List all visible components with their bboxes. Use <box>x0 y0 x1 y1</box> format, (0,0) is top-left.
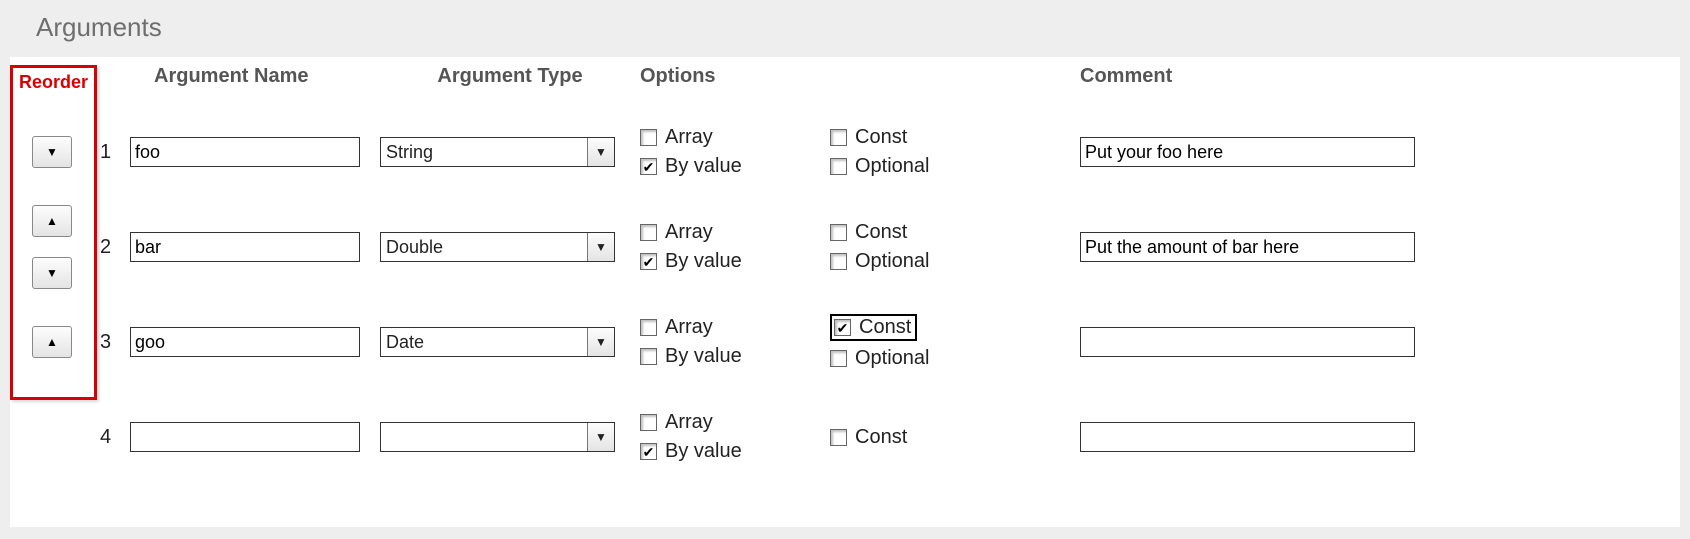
header-argument-name: Argument Name <box>130 65 380 88</box>
const-checkbox[interactable] <box>830 429 847 446</box>
array-label: Array <box>665 316 713 339</box>
array-checkbox[interactable] <box>640 224 657 241</box>
optional-checkbox[interactable] <box>830 158 847 175</box>
array-label: Array <box>665 126 713 149</box>
arguments-panel: Reorder Argument Name Argument Type Opti… <box>10 57 1680 527</box>
argument-row: ▼ 1 String ▼ Array By value Const Optional <box>10 107 1680 197</box>
by-value-checkbox[interactable] <box>640 158 657 175</box>
optional-checkbox[interactable] <box>830 350 847 367</box>
by-value-checkbox[interactable] <box>640 348 657 365</box>
array-label: Array <box>665 221 713 244</box>
by-value-checkbox[interactable] <box>640 443 657 460</box>
reorder-annotation-label: Reorder <box>13 72 94 93</box>
argument-type-value: Double <box>386 237 443 258</box>
header-options: Options <box>640 65 830 88</box>
argument-name-input[interactable] <box>130 232 360 262</box>
by-value-label: By value <box>665 250 742 273</box>
by-value-label: By value <box>665 155 742 178</box>
header-comment: Comment <box>1080 65 1440 88</box>
array-checkbox[interactable] <box>640 129 657 146</box>
argument-row: 4 ▼ Array By value Const <box>10 392 1680 482</box>
argument-type-select[interactable]: Date ▼ <box>380 327 615 357</box>
comment-input[interactable] <box>1080 327 1415 357</box>
comment-input[interactable] <box>1080 137 1415 167</box>
optional-label: Optional <box>855 250 930 273</box>
row-number: 4 <box>100 426 130 449</box>
argument-type-value: String <box>386 142 433 163</box>
argument-name-input[interactable] <box>130 327 360 357</box>
optional-label: Optional <box>855 347 930 370</box>
const-checkbox[interactable] <box>830 224 847 241</box>
row-number: 2 <box>100 236 130 259</box>
optional-label: Optional <box>855 155 930 178</box>
chevron-down-icon: ▼ <box>587 138 614 166</box>
const-label: Const <box>855 426 907 449</box>
chevron-down-icon: ▼ <box>587 328 614 356</box>
array-checkbox[interactable] <box>640 414 657 431</box>
const-checkbox[interactable] <box>830 129 847 146</box>
row-number: 3 <box>100 331 130 354</box>
by-value-label: By value <box>665 440 742 463</box>
const-label: Const <box>855 126 907 149</box>
argument-name-input[interactable] <box>130 137 360 167</box>
const-label: Const <box>859 316 911 339</box>
argument-type-select[interactable]: ▼ <box>380 422 615 452</box>
reorder-annotation-box: Reorder <box>10 65 97 400</box>
chevron-down-icon: ▼ <box>587 423 614 451</box>
comment-input[interactable] <box>1080 232 1415 262</box>
argument-type-select[interactable]: String ▼ <box>380 137 615 167</box>
comment-input[interactable] <box>1080 422 1415 452</box>
chevron-down-icon: ▼ <box>587 233 614 261</box>
argument-name-input[interactable] <box>130 422 360 452</box>
optional-checkbox[interactable] <box>830 253 847 270</box>
by-value-checkbox[interactable] <box>640 253 657 270</box>
argument-row: ▲▼2Double▼ArrayBy valueConstOptional <box>10 202 1680 292</box>
header-argument-type: Argument Type <box>380 65 640 88</box>
row-number: 1 <box>100 141 130 164</box>
const-label: Const <box>855 221 907 244</box>
array-checkbox[interactable] <box>640 319 657 336</box>
argument-type-select[interactable]: Double ▼ <box>380 232 615 262</box>
page-title: Arguments <box>0 0 1690 57</box>
array-label: Array <box>665 411 713 434</box>
by-value-label: By value <box>665 345 742 368</box>
argument-row: ▲3Date▼ArrayBy valueConstOptional <box>10 297 1680 387</box>
const-checkbox[interactable] <box>834 319 851 336</box>
argument-type-value: Date <box>386 332 424 353</box>
